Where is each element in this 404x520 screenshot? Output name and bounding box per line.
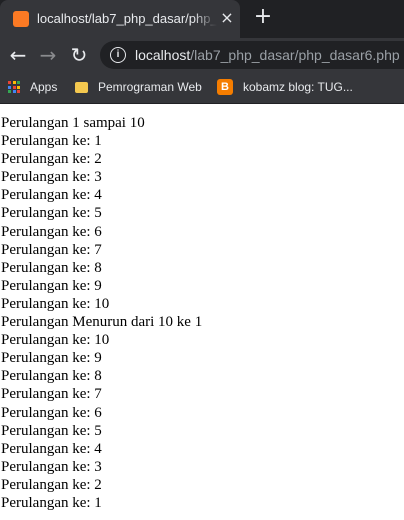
browser-toolbar: ← → ↻ i localhost/lab7_php_dasar/php_das… xyxy=(0,38,404,72)
forward-button[interactable]: → xyxy=(35,42,61,68)
site-info-icon[interactable]: i xyxy=(110,47,126,63)
url-host: localhost xyxy=(135,47,191,63)
back-button[interactable]: ← xyxy=(5,42,31,68)
loop-line: Perulangan ke: 7 xyxy=(1,386,102,403)
section-heading: Perulangan 1 sampai 10 xyxy=(1,115,145,131)
active-tab[interactable]: localhost/lab7_php_dasar/php_dasar6.php … xyxy=(0,0,240,38)
section-heading: Perulangan Menurun dari 10 ke 1 xyxy=(1,314,203,331)
loop-line: Perulangan ke: 10 xyxy=(1,332,110,349)
loop-line: Perulangan ke: 2 xyxy=(1,476,102,493)
reload-button[interactable]: ↻ xyxy=(66,42,92,68)
loop-line: Perulangan ke: 2 xyxy=(1,151,102,168)
loop-line: Perulangan ke: 3 xyxy=(1,169,102,186)
folder-icon xyxy=(75,81,88,93)
tab-strip: localhost/lab7_php_dasar/php_dasar6.php … xyxy=(0,0,404,38)
address-bar[interactable]: i localhost/lab7_php_dasar/php_dasar6.ph… xyxy=(100,41,404,69)
bookmark-pemrograman-web[interactable]: Pemrograman Web xyxy=(75,72,202,102)
loop-line: Perulangan ke: 1 xyxy=(1,494,102,511)
loop-line: Perulangan ke: 4 xyxy=(1,440,102,457)
loop-line: Perulangan ke: 10 xyxy=(1,295,110,312)
page-content: Perulangan 1 sampai 10 Perulangan ke: 1 … xyxy=(1,114,202,512)
bookmark-kobamz-blog[interactable]: B kobamz blog: TUG... xyxy=(217,72,353,102)
apps-grid-icon xyxy=(8,81,20,93)
bookmark-label: kobamz blog: TUG... xyxy=(243,80,353,94)
loop-line: Perulangan ke: 5 xyxy=(1,422,102,439)
blogger-icon: B xyxy=(217,79,233,95)
bookmark-apps[interactable]: Apps xyxy=(8,72,57,102)
tab-title: localhost/lab7_php_dasar/php_dasar6.php xyxy=(37,11,217,26)
loop-line: Perulangan ke: 9 xyxy=(1,277,102,294)
loop-line: Perulangan ke: 3 xyxy=(1,458,102,475)
close-tab-icon[interactable]: × xyxy=(218,9,236,27)
loop-line: Perulangan ke: 4 xyxy=(1,187,102,204)
url-text[interactable]: localhost/lab7_php_dasar/php_dasar6.php xyxy=(135,47,400,63)
loop-line: Perulangan ke: 5 xyxy=(1,205,102,222)
loop-line: Perulangan ke: 7 xyxy=(1,241,102,258)
url-path: /lab7_php_dasar/php_dasar6.php xyxy=(190,47,400,63)
bookmark-label: Apps xyxy=(30,80,58,94)
loop-line: Perulangan ke: 6 xyxy=(1,404,102,421)
new-tab-button[interactable]: + xyxy=(253,6,273,28)
loop-line: Perulangan ke: 8 xyxy=(1,259,102,276)
loop-line: Perulangan ke: 9 xyxy=(1,350,102,367)
bookmarks-bar: Apps Pemrograman Web B kobamz blog: TUG.… xyxy=(0,72,404,104)
loop-line: Perulangan ke: 6 xyxy=(1,223,102,240)
loop-line: Perulangan ke: 8 xyxy=(1,368,102,385)
loop-line: Perulangan ke: 1 xyxy=(1,133,102,150)
bookmark-label: Pemrograman Web xyxy=(98,80,202,94)
xampp-icon xyxy=(13,11,29,27)
